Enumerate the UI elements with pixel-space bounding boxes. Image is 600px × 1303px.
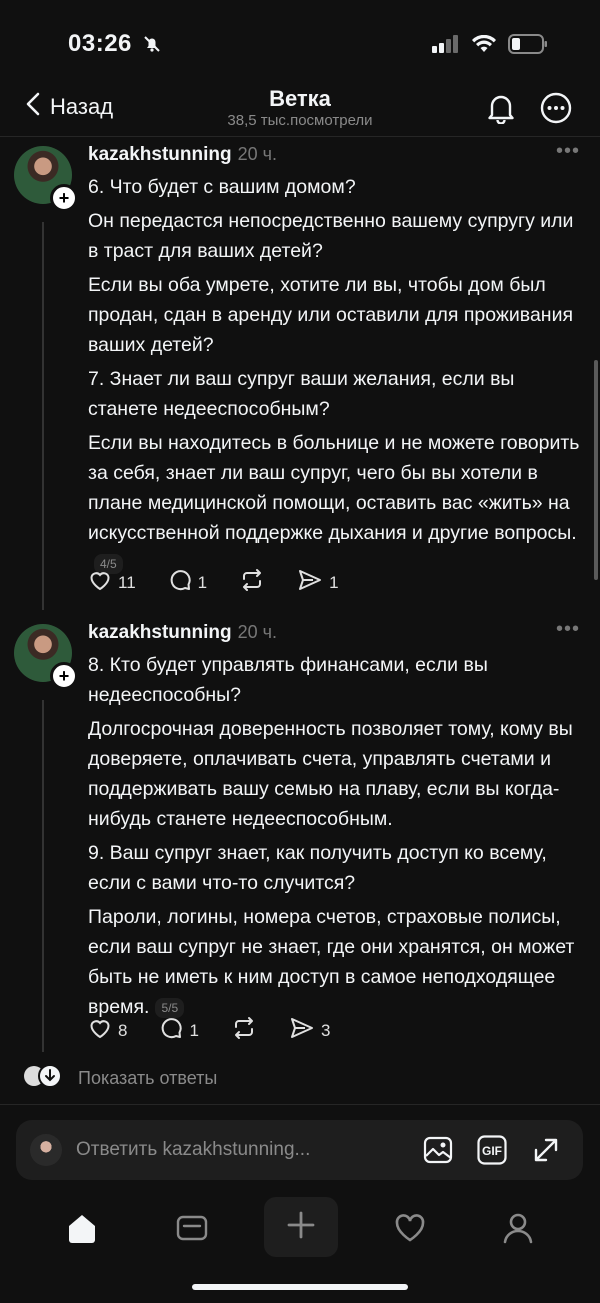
like-count: 8 [118,1020,128,1040]
heart-icon [88,568,112,597]
post-actions: 8 1 3 [88,1016,362,1045]
divider [0,1104,600,1105]
wifi-icon [472,34,496,58]
follow-plus-icon[interactable]: + [50,184,78,212]
plus-icon [286,1210,316,1245]
post-time: 20 ч. [237,144,277,164]
paragraph-text: Если вы находитесь в больнице и не может… [88,432,580,544]
bell-icon[interactable] [486,92,516,129]
header-divider [0,136,600,137]
post-time: 20 ч. [237,622,277,642]
share-button[interactable]: 3 [289,1016,330,1045]
comment-count: 1 [189,1020,199,1040]
paragraph: Долгосрочная доверенность позволяет тому… [88,718,573,830]
repost-icon [231,1016,257,1045]
share-button[interactable]: 1 [297,568,339,597]
paragraph: Если вы находитесь в больнице и не может… [88,428,588,578]
post-text: 8. Кто будет управлять финансами, если в… [88,650,588,1026]
post-more-icon[interactable]: ••• [556,618,580,641]
comment-button[interactable]: 1 [159,1016,199,1045]
expand-icon[interactable] [529,1133,563,1167]
send-icon [289,1016,315,1045]
gif-label: GIF [482,1144,502,1158]
profile-icon[interactable] [498,1208,538,1248]
like-button[interactable]: 8 [88,1016,127,1045]
thread-line [42,222,44,610]
like-button[interactable]: 11 [88,568,136,597]
replies-avatars-icon [22,1064,66,1093]
paragraph: Если вы оба умрете, хотите ли вы, чтобы … [88,274,574,356]
image-icon[interactable] [421,1133,455,1167]
thread-line [42,700,44,1052]
paragraph: 8. Кто будет управлять финансами, если в… [88,654,488,706]
like-count: 11 [118,572,136,592]
comment-icon [168,568,192,597]
create-button[interactable] [264,1197,338,1257]
repost-button[interactable] [231,1016,257,1045]
comment-icon [159,1016,183,1045]
repost-button[interactable] [239,568,265,597]
paragraph: 7. Знает ли ваш супруг ваши желания, есл… [88,368,515,420]
post-actions: 11 1 1 [88,568,371,597]
post-more-icon[interactable]: ••• [556,140,580,163]
repost-icon [239,568,265,597]
show-replies-label: Показать ответы [78,1068,218,1088]
username[interactable]: kazakhstunning [88,622,232,643]
show-replies-button[interactable]: Показать ответы [22,1064,217,1093]
post-header: kazakhstunning 20 ч. [88,622,277,644]
inbox-icon[interactable] [172,1208,212,1248]
reply-bar[interactable]: Ответить kazakhstunning... GIF [16,1120,583,1180]
follow-plus-icon[interactable]: + [50,662,78,690]
status-icons [432,34,548,59]
more-icon[interactable] [540,92,572,129]
silent-icon [142,34,162,59]
gif-icon[interactable]: GIF [475,1133,509,1167]
pager-badge: 5/5 [155,997,185,1018]
activity-heart-icon[interactable] [390,1208,430,1248]
send-icon [297,568,323,597]
post-text: 6. Что будет с вашим домом? Он передастс… [88,172,588,582]
share-count: 3 [320,1020,331,1040]
share-count: 1 [329,572,339,592]
post-header: kazakhstunning 20 ч. [88,144,277,166]
heart-icon [88,1016,112,1045]
username[interactable]: kazakhstunning [88,144,232,165]
avatar [30,1134,62,1166]
scrollbar[interactable] [594,360,598,580]
comment-button[interactable]: 1 [168,568,207,597]
paragraph: 6. Что будет с вашим домом? [88,176,356,198]
paragraph: Пароли, логины, номера счетов, страховые… [88,902,588,1022]
signal-icon [432,35,460,58]
reply-input[interactable]: Ответить kazakhstunning... [76,1139,421,1161]
paragraph: 9. Ваш супруг знает, как получить доступ… [88,842,547,894]
battery-icon [508,34,548,59]
home-indicator[interactable] [192,1284,408,1290]
paragraph: Он передастся непосредственно вашему суп… [88,210,574,262]
home-icon[interactable] [62,1208,102,1248]
comment-count: 1 [197,572,208,592]
status-time: 03:26 [68,30,132,57]
